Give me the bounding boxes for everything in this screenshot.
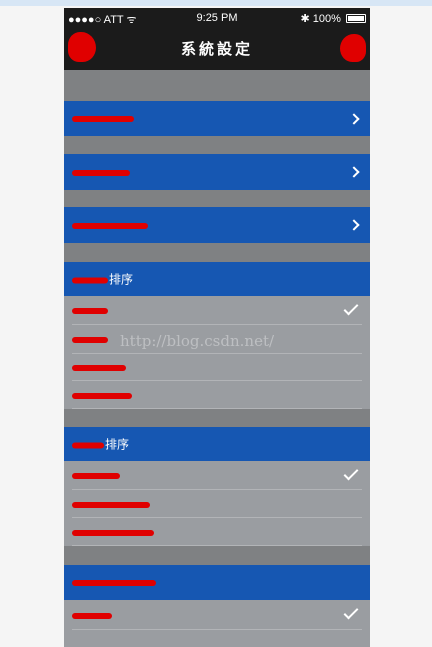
checkmark-icon (343, 300, 359, 316)
checkmark-icon (343, 465, 359, 481)
page-top-border (0, 0, 432, 6)
page-title: 系統設定 (180, 40, 253, 58)
battery-icon (346, 14, 366, 23)
section-3-option-2[interactable] (64, 630, 370, 647)
checkmark-icon (343, 604, 359, 620)
chevron-right-icon (348, 166, 360, 178)
status-bar: ●●●●○ ATT ᯤ 9:25 PM ✱ 100% (64, 8, 370, 28)
menu-row-3[interactable] (64, 207, 370, 243)
menu-row-1-label (72, 112, 135, 126)
section-gap (64, 546, 370, 565)
section-3-header (64, 565, 370, 600)
nav-right-button-redacted[interactable] (340, 34, 366, 62)
section-2-option-2[interactable] (64, 490, 370, 518)
redacted-text (72, 612, 112, 619)
battery-percent: 100% (312, 13, 341, 25)
chevron-right-icon (348, 219, 360, 231)
section-1-option-1[interactable] (64, 296, 370, 325)
section-2-title: 排序 (105, 437, 130, 452)
redacted-text (72, 442, 104, 448)
redacted-text (72, 392, 132, 399)
redacted-text (72, 580, 156, 586)
redacted-text (72, 337, 108, 343)
section-gap (64, 70, 370, 101)
watermark-text: http://blog.csdn.net/ (120, 332, 275, 350)
redacted-text (72, 308, 108, 314)
redacted-text (72, 116, 134, 122)
section-gap (64, 136, 370, 154)
chevron-right-icon (348, 112, 360, 125)
status-battery-group: ✱ 100% (301, 12, 366, 25)
section-1-title: 排序 (109, 272, 134, 287)
navigation-bar: 系統設定 (64, 28, 370, 70)
redacted-text (72, 169, 130, 176)
redacted-text (72, 365, 126, 371)
section-1-header: 排序 (64, 262, 370, 296)
menu-row-2-label (72, 165, 131, 179)
section-2-option-1[interactable] (64, 461, 370, 490)
section-gap (64, 190, 370, 207)
menu-row-2[interactable] (64, 154, 370, 190)
section-gap (64, 243, 370, 262)
redacted-text (72, 529, 154, 536)
menu-row-1[interactable] (64, 101, 370, 136)
redacted-text (72, 501, 150, 508)
section-gap (64, 409, 370, 427)
menu-row-3-label (72, 218, 149, 232)
redacted-text (72, 277, 108, 283)
redacted-text (72, 473, 120, 479)
section-2-option-3[interactable] (64, 518, 370, 546)
phone-screen: ●●●●○ ATT ᯤ 9:25 PM ✱ 100% 系統設定 排序 排序 ht… (64, 8, 370, 647)
section-1-option-3[interactable] (64, 354, 370, 381)
section-2-header: 排序 (64, 427, 370, 461)
section-3-option-1[interactable] (64, 600, 370, 630)
bluetooth-icon: ✱ (300, 13, 310, 25)
section-1-option-4[interactable] (64, 381, 370, 409)
redacted-text (72, 222, 148, 229)
